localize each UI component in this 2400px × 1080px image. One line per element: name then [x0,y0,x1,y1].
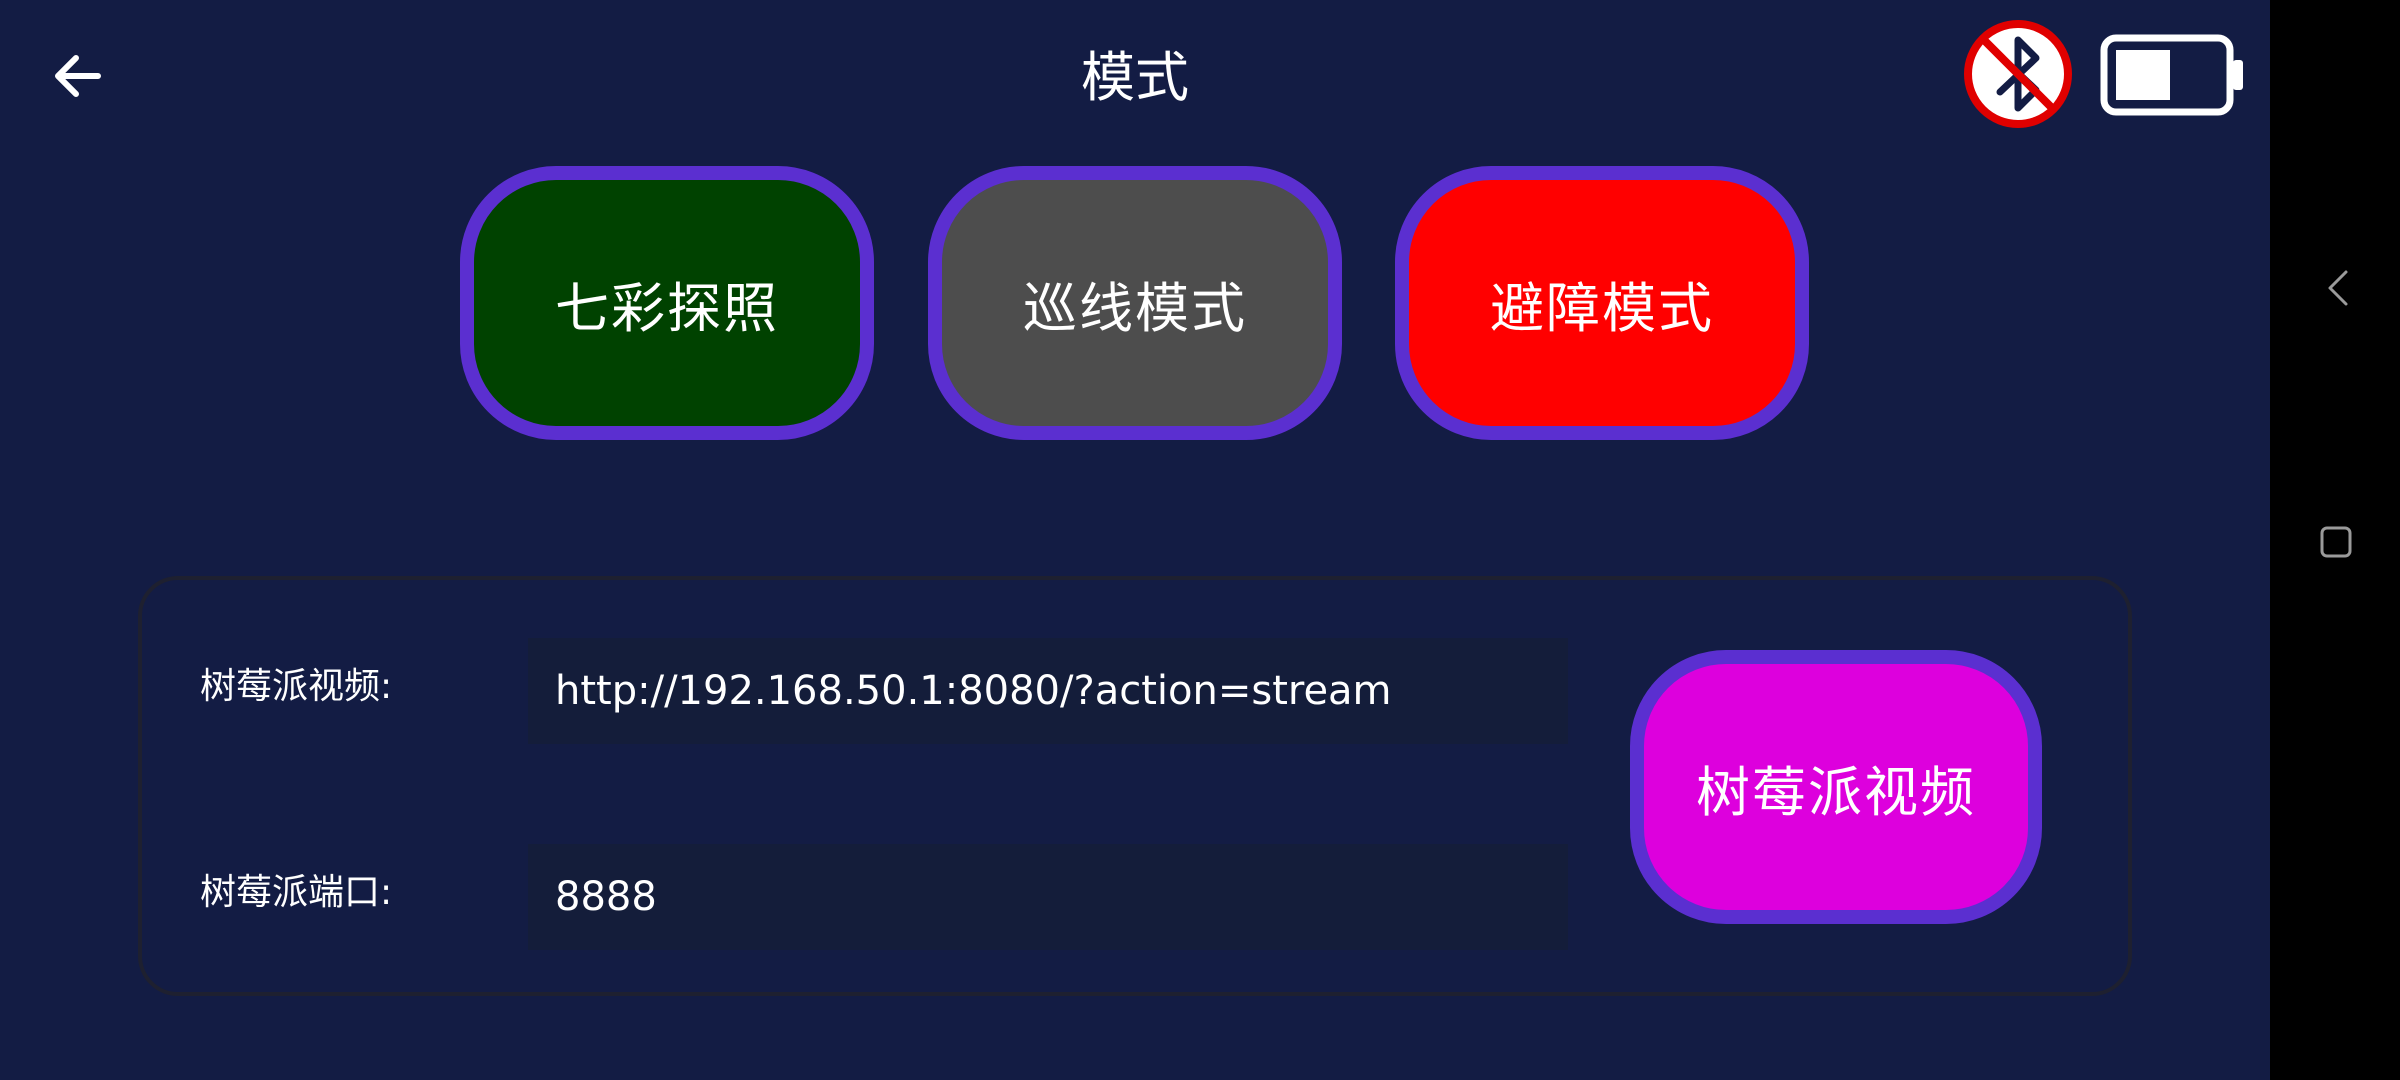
video-url-label: 树莓派视频: [200,666,393,707]
page-title: 模式 [1081,46,1189,109]
colorful-light-mode-button[interactable]: 七彩探照 [460,166,874,440]
port-label: 树莓派端口: [200,872,393,913]
colorful-light-mode-label: 七彩探照 [555,276,779,340]
square-icon[interactable] [2318,524,2354,560]
obstacle-avoidance-mode-button[interactable]: 避障模式 [1395,166,1809,440]
line-tracking-mode-button[interactable]: 巡线模式 [928,166,1342,440]
battery-half-icon [2100,34,2243,116]
obstacle-avoidance-mode-label: 避障模式 [1490,276,1714,340]
bluetooth-disabled-icon[interactable] [1962,18,2074,130]
pi-video-button[interactable]: 树莓派视频 [1630,650,2042,924]
video-url-input[interactable] [528,638,1568,744]
pi-video-button-label: 树莓派视频 [1696,760,1976,824]
app-screen: 模式 七彩探照 巡线模式 避障模式 树莓派视频: 树莓派端口: 树莓派视频 [0,0,2270,1080]
arrow-left-icon[interactable] [48,46,108,106]
port-input[interactable] [528,844,1568,950]
line-tracking-mode-label: 巡线模式 [1023,276,1247,340]
chevron-left-icon[interactable] [2320,268,2356,308]
